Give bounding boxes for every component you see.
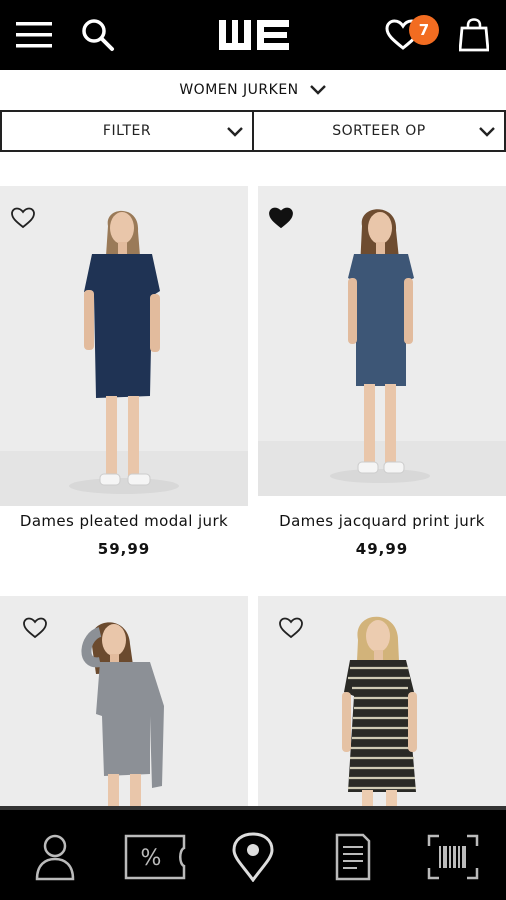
favorite-heart-icon[interactable]	[22, 616, 48, 644]
discount-coupon-icon[interactable]: %	[120, 826, 190, 888]
chevron-down-icon	[479, 127, 495, 137]
sort-button[interactable]: SORTEER OP	[254, 110, 506, 152]
location-pin-icon[interactable]	[218, 826, 288, 888]
favorite-heart-icon[interactable]	[278, 616, 304, 644]
brand-logo[interactable]	[214, 0, 294, 70]
chevron-down-icon	[309, 85, 326, 95]
product-card[interactable]	[258, 596, 506, 806]
category-title: WOMEN JURKEN	[179, 82, 299, 98]
top-app-bar: 7	[0, 0, 506, 70]
search-icon[interactable]	[76, 0, 120, 70]
product-image[interactable]	[258, 186, 506, 496]
product-name[interactable]: Dames jacquard print jurk	[258, 512, 506, 530]
product-card[interactable]: Dames jacquard print jurk 49,99	[258, 186, 506, 576]
chevron-down-icon	[227, 127, 243, 137]
brand-logo-mark	[219, 20, 289, 50]
filter-sort-bar: FILTER SORTEER OP	[0, 110, 506, 154]
category-selector[interactable]: WOMEN JURKEN	[0, 70, 506, 110]
receipt-icon[interactable]	[318, 826, 388, 888]
favorite-heart-filled-icon[interactable]	[268, 206, 294, 234]
svg-text:%: %	[141, 846, 162, 871]
menu-icon[interactable]	[12, 0, 56, 70]
filter-label: FILTER	[102, 123, 152, 139]
bottom-navigation: %	[0, 806, 506, 900]
product-card[interactable]: Dames pleated modal jurk 59,99	[0, 186, 248, 576]
product-image[interactable]	[0, 186, 248, 506]
product-card[interactable]	[0, 596, 248, 806]
barcode-scan-icon[interactable]	[418, 826, 488, 888]
favorites-count-badge: 7	[409, 15, 439, 45]
favorite-heart-icon[interactable]	[10, 206, 36, 234]
product-price: 49,99	[355, 540, 409, 558]
filter-button[interactable]: FILTER	[0, 110, 254, 152]
sort-label: SORTEER OP	[332, 123, 426, 139]
account-icon[interactable]	[20, 826, 90, 888]
product-price: 59,99	[97, 540, 151, 558]
shopping-bag-icon[interactable]	[452, 0, 496, 70]
product-name[interactable]: Dames pleated modal jurk	[0, 512, 248, 530]
